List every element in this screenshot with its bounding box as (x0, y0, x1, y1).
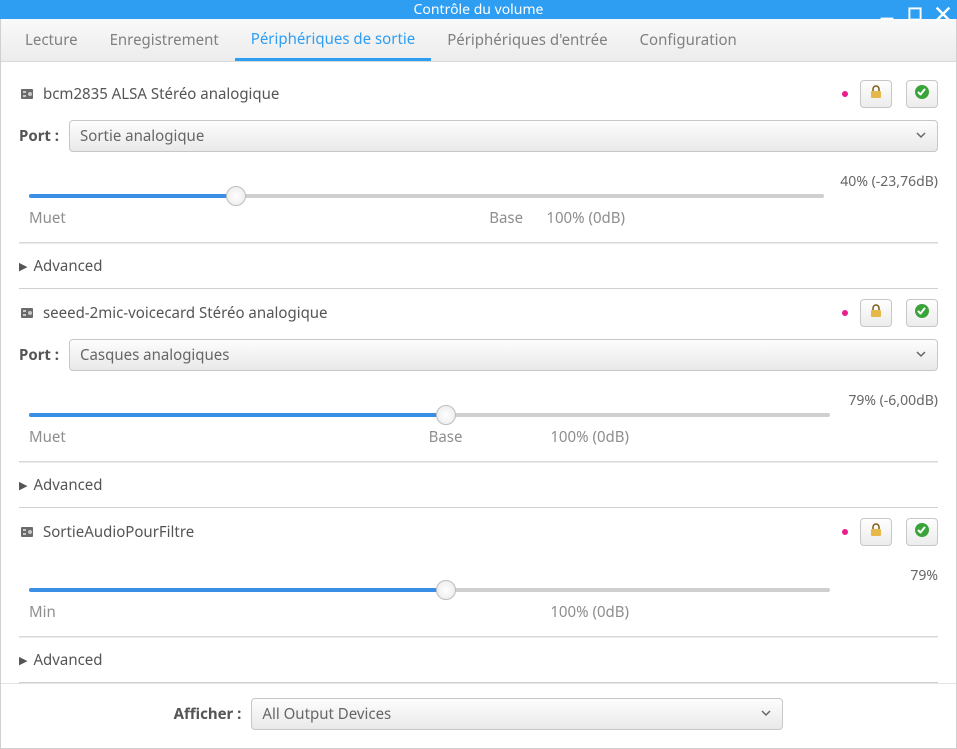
port-label: Port : (19, 126, 59, 146)
chevron-down-icon (915, 345, 927, 365)
scale-label-base: Base (489, 208, 523, 228)
device-name: SortieAudioPourFiltre (43, 522, 194, 542)
scale-label-base: Base (429, 427, 463, 447)
lock-channels-button[interactable] (860, 518, 892, 546)
filter-label: Afficher : (174, 704, 242, 724)
scale-label-min: Muet (29, 427, 66, 447)
lock-icon (868, 303, 884, 324)
lock-icon (868, 84, 884, 105)
device-card: SortieAudioPourFiltre (19, 508, 938, 683)
device-list: bcm2835 ALSA Stéréo analogique Port : So… (1, 62, 956, 683)
port-select-value: Casques analogiques (80, 345, 229, 365)
scale-label-100: 100% (0dB) (550, 427, 629, 447)
divider (19, 636, 938, 638)
titlebar[interactable]: Contrôle du volume (0, 0, 957, 19)
volume-slider[interactable] (29, 588, 830, 592)
divider (19, 461, 938, 463)
lock-channels-button[interactable] (860, 80, 892, 108)
activity-indicator-icon (842, 310, 848, 316)
port-label: Port : (19, 345, 59, 365)
sound-card-icon (19, 86, 35, 102)
filter-select-value: All Output Devices (262, 704, 391, 724)
lock-channels-button[interactable] (860, 299, 892, 327)
chevron-down-icon (915, 126, 927, 146)
advanced-label: Advanced (33, 650, 102, 670)
advanced-label: Advanced (33, 475, 102, 495)
volume-readout: 40% (-23,76dB) (840, 172, 938, 191)
sound-card-icon (19, 524, 35, 540)
filter-select[interactable]: All Output Devices (251, 698, 783, 730)
divider (19, 242, 938, 244)
window-title: Contrôle du volume (414, 0, 544, 19)
tab-lecture[interactable]: Lecture (9, 19, 94, 61)
volume-slider[interactable] (29, 413, 830, 417)
volume-readout: 79% (-6,00dB) (846, 391, 938, 410)
port-select-value: Sortie analogique (80, 126, 204, 146)
device-name: seeed-2mic-voicecard Stéréo analogique (43, 303, 328, 323)
lock-icon (868, 522, 884, 543)
port-select[interactable]: Sortie analogique (69, 120, 938, 152)
sound-card-icon (19, 305, 35, 321)
scale-label-100: 100% (0dB) (546, 208, 625, 228)
advanced-label: Advanced (33, 256, 102, 276)
volume-slider[interactable] (29, 194, 824, 198)
device-name: bcm2835 ALSA Stéréo analogique (43, 84, 279, 104)
close-button[interactable] (935, 6, 951, 22)
triangle-right-icon: ▶ (19, 259, 27, 274)
advanced-expander[interactable]: ▶ Advanced (19, 475, 938, 495)
set-default-button[interactable] (906, 299, 938, 327)
scale-label-100: 100% (0dB) (550, 602, 629, 622)
scale-label-min: Min (29, 602, 56, 622)
volume-readout: 79% (846, 566, 938, 585)
set-default-button[interactable] (906, 80, 938, 108)
activity-indicator-icon (842, 91, 848, 97)
set-default-button[interactable] (906, 518, 938, 546)
tab-peripheriques-sortie[interactable]: Périphériques de sortie (235, 19, 431, 61)
tabs: Lecture Enregistrement Périphériques de … (1, 19, 956, 62)
activity-indicator-icon (842, 529, 848, 535)
advanced-expander[interactable]: ▶ Advanced (19, 256, 938, 276)
check-icon (914, 303, 930, 324)
maximize-button[interactable] (907, 6, 923, 22)
chevron-down-icon (760, 704, 772, 724)
scale-label-min: Muet (29, 208, 66, 228)
minimize-button[interactable] (879, 6, 895, 22)
check-icon (914, 84, 930, 105)
advanced-expander[interactable]: ▶ Advanced (19, 650, 938, 670)
device-card: seeed-2mic-voicecard Stéréo analogique P… (19, 289, 938, 508)
tab-peripheriques-entree[interactable]: Périphériques d'entrée (431, 19, 623, 61)
triangle-right-icon: ▶ (19, 653, 27, 668)
check-icon (914, 522, 930, 543)
port-select[interactable]: Casques analogiques (69, 339, 938, 371)
device-card: bcm2835 ALSA Stéréo analogique Port : So… (19, 70, 938, 289)
tab-enregistrement[interactable]: Enregistrement (94, 19, 235, 61)
tab-configuration[interactable]: Configuration (624, 19, 753, 61)
triangle-right-icon: ▶ (19, 478, 27, 493)
